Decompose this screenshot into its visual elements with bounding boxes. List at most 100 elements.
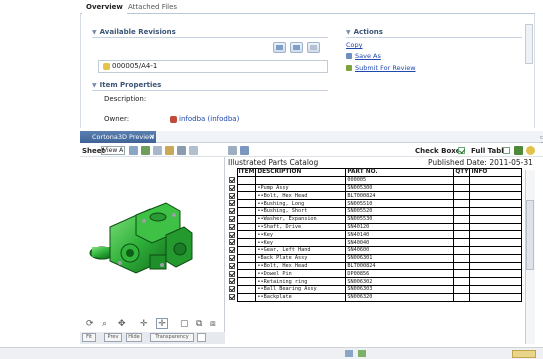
section-title: Actions xyxy=(353,28,383,36)
tab-cortona3d-preview[interactable]: Cortona3D Preview xyxy=(80,131,156,143)
row-checkbox[interactable] xyxy=(229,223,235,230)
transparency-toggle[interactable] xyxy=(197,333,206,342)
navigate-icon[interactable] xyxy=(129,146,138,155)
save-as-link[interactable]: Save As xyxy=(355,52,381,60)
pump-model-image xyxy=(89,202,193,274)
window-icon[interactable]: ⧈ xyxy=(210,319,216,329)
export-icon[interactable] xyxy=(240,146,249,155)
table-row[interactable]: ••Key SN40040 xyxy=(228,238,523,247)
row-checkbox[interactable] xyxy=(229,254,235,261)
hide-button[interactable]: Hide xyxy=(126,333,142,342)
info-cell xyxy=(469,183,523,193)
row-checkbox[interactable] xyxy=(229,239,235,246)
row-checkbox xyxy=(228,176,237,184)
select-icon[interactable]: ✛ xyxy=(140,319,148,329)
expand-icon[interactable] xyxy=(177,146,186,155)
table-row[interactable]: ••Bolt, Hex Head BLT000824 xyxy=(228,261,523,271)
help-icon[interactable] xyxy=(526,146,535,155)
print-icon[interactable] xyxy=(165,146,174,155)
revision-field[interactable]: 000005/A4-1 xyxy=(98,60,328,73)
prev-button[interactable]: Prev xyxy=(104,333,122,342)
print-table-icon[interactable] xyxy=(228,146,237,155)
row-checkbox[interactable] xyxy=(229,293,235,300)
copy-icon[interactable]: ⧉ xyxy=(196,319,202,329)
pan-icon[interactable]: ✥ xyxy=(118,319,126,329)
notification-icon[interactable] xyxy=(512,350,536,358)
info-cell xyxy=(469,214,523,224)
row-checkbox[interactable] xyxy=(229,200,235,207)
row-checkbox[interactable] xyxy=(229,247,235,254)
row-checkbox[interactable] xyxy=(229,176,235,183)
zoom-icon[interactable]: ⌕ xyxy=(102,319,107,329)
editor-tab-bar: Overview Attached Files xyxy=(80,0,535,14)
description-cell: ••Key xyxy=(255,230,347,240)
fit-button[interactable]: Fit xyxy=(82,333,96,342)
catalog-scrollbar-thumb[interactable] xyxy=(526,200,534,270)
table-row[interactable]: •Pump Assy SN005300 xyxy=(228,183,523,193)
part-no-cell: SN006320 xyxy=(345,292,455,302)
table-row[interactable]: ••Ball Bearing Assy SN006303 xyxy=(228,284,523,294)
item-cell xyxy=(236,175,257,185)
table-row[interactable]: ••Gear, Left Hand SN40600 xyxy=(228,245,523,255)
editor-scrollbar[interactable] xyxy=(525,24,533,64)
tab-attached-files[interactable]: Attached Files xyxy=(124,1,181,14)
frame-icon[interactable]: ▢ xyxy=(180,319,189,329)
row-checkbox[interactable] xyxy=(229,208,235,215)
info-cell xyxy=(469,284,523,294)
qty-cell xyxy=(453,245,471,255)
column-header-info: INFO xyxy=(469,168,523,177)
table-row[interactable]: ••Washer, Expansion SN005530 xyxy=(228,214,523,224)
submit-for-review-link[interactable]: Submit For Review xyxy=(355,64,416,72)
item-cell xyxy=(236,206,257,216)
camera-icon[interactable] xyxy=(153,146,162,155)
check-boxes-checkbox[interactable] xyxy=(458,147,465,154)
description-cell: ••Dowel Pin xyxy=(255,269,347,279)
available-revisions-header[interactable]: ▼ Available Revisions xyxy=(92,28,176,36)
layout-icon[interactable] xyxy=(189,146,198,155)
row-checkbox[interactable] xyxy=(229,262,235,269)
info-cell xyxy=(469,277,523,286)
rotate-icon[interactable]: ⟳ xyxy=(86,319,94,329)
table-row[interactable]: ••Backplate SN006320 xyxy=(228,292,523,302)
table-row[interactable]: ••Shaft, Drive SN40120 xyxy=(228,222,523,232)
row-checkbox[interactable] xyxy=(229,278,235,285)
list-view-icon[interactable] xyxy=(273,42,286,53)
close-icon[interactable]: ✕ xyxy=(149,131,155,143)
3d-viewport[interactable] xyxy=(80,157,225,332)
full-table-checkbox[interactable] xyxy=(503,147,510,154)
refresh-icon[interactable] xyxy=(141,146,150,155)
transparency-button[interactable]: Transparency xyxy=(150,333,194,342)
qty-cell xyxy=(453,269,471,279)
table-row[interactable]: ••Bushing, Short SN005520 xyxy=(228,206,523,216)
row-checkbox[interactable] xyxy=(229,286,235,293)
table-view-icon[interactable] xyxy=(307,42,320,53)
submit-review-icon xyxy=(346,65,352,71)
row-checkbox[interactable] xyxy=(229,192,235,199)
table-row[interactable]: ••Bushing, Long SN005510 xyxy=(228,199,523,208)
table-row[interactable]: ••Key SN40140 xyxy=(228,230,523,240)
tab-label: Cortona3D Preview xyxy=(92,133,155,141)
item-cell xyxy=(236,277,257,286)
part-no-cell: SN005300 xyxy=(345,183,455,193)
table-row[interactable]: 000005 xyxy=(228,175,523,185)
detail-view-icon[interactable] xyxy=(290,42,303,53)
row-checkbox[interactable] xyxy=(229,231,235,238)
row-checkbox[interactable] xyxy=(229,215,235,222)
actions-header[interactable]: ▼ Actions xyxy=(346,28,383,36)
sheet-view-select[interactable]: View A xyxy=(101,146,125,155)
item-properties-header[interactable]: ▼ Item Properties xyxy=(92,81,161,89)
row-checkbox[interactable] xyxy=(229,184,235,191)
divider xyxy=(92,90,328,91)
excel-icon[interactable] xyxy=(514,146,523,155)
owner-value[interactable]: infodba (infodba) xyxy=(170,115,239,123)
copy-link[interactable]: Copy xyxy=(346,41,363,49)
tab-overview[interactable]: Overview xyxy=(82,1,127,14)
table-row[interactable]: •Back Plate Assy SN006301 xyxy=(228,253,523,263)
table-row[interactable]: ••Retaining ring SN006302 xyxy=(228,277,523,286)
table-row[interactable]: ••Bolt, Hex Head BLT000824 xyxy=(228,191,523,201)
table-row[interactable]: ••Dowel Pin DP00856 xyxy=(228,269,523,279)
application-window: Overview Attached Files ▼ Available Revis… xyxy=(0,0,543,359)
crosshair-icon[interactable]: ✛ xyxy=(156,318,168,329)
collapse-triangle-icon: ▼ xyxy=(92,29,97,36)
row-checkbox[interactable] xyxy=(229,270,235,277)
